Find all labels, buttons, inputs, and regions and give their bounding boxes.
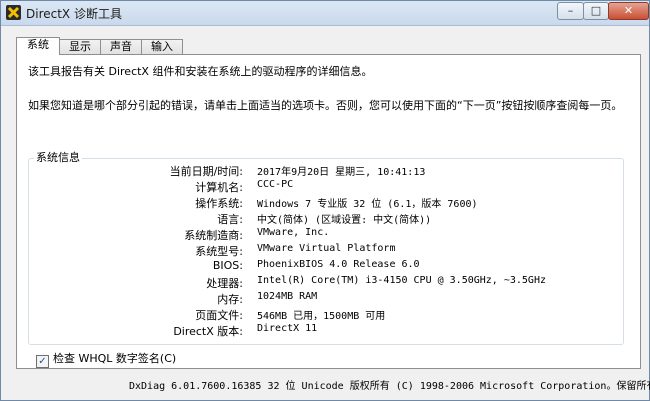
info-value: PhoenixBIOS 4.0 Release 6.0 — [257, 259, 420, 270]
tab-input[interactable]: 输入 — [141, 39, 183, 55]
whql-checkbox-control[interactable]: ✓ 检查 WHQL 数字签名(C) — [36, 350, 176, 368]
title-bar[interactable]: DirectX 诊断工具 – □ ✕ — [1, 1, 649, 26]
info-label: 语言: — [217, 213, 243, 226]
info-row-model: 系统型号: VMware Virtual Platform — [1, 243, 641, 259]
info-value: Intel(R) Core(TM) i3-4150 CPU @ 3.50GHz,… — [257, 275, 546, 286]
whql-checkbox-label: 检查 WHQL 数字签名(C) — [53, 352, 177, 365]
info-label: BIOS: — [212, 259, 243, 272]
info-row-computer-name: 计算机名: CCC-PC — [1, 179, 641, 195]
info-row-manufacturer: 系统制造商: VMware, Inc. — [1, 227, 641, 243]
dxdiag-window: DirectX 诊断工具 – □ ✕ 系统 显示 声音 输入 该工具报告有关 D… — [0, 0, 650, 401]
info-value: 546MB 已用，1500MB 可用 — [257, 311, 386, 322]
info-label: 页面文件: — [195, 309, 243, 322]
info-value: 中文(简体) (区域设置: 中文(简体)) — [257, 215, 432, 226]
tab-sound[interactable]: 声音 — [100, 39, 142, 55]
intro-line-1: 该工具报告有关 DirectX 组件和安装在系统上的驱动程序的详细信息。 — [28, 65, 373, 78]
directx-x-icon — [6, 5, 21, 20]
info-label: 操作系统: — [195, 197, 243, 210]
info-row-language: 语言: 中文(简体) (区域设置: 中文(简体)) — [1, 211, 641, 227]
info-value: CCC-PC — [257, 179, 294, 190]
info-label: 内存: — [217, 293, 243, 306]
intro-line-2: 如果您知道是哪个部分引起的错误，请单击上面适当的选项卡。否则，您可以使用下面的“… — [28, 99, 623, 112]
info-label: 计算机名: — [195, 181, 243, 194]
close-button[interactable]: ✕ — [608, 2, 649, 20]
minimize-button[interactable]: – — [557, 2, 584, 20]
tab-system[interactable]: 系统 — [16, 37, 60, 55]
info-value: DirectX 11 — [257, 323, 318, 334]
info-row-directx-version: DirectX 版本: DirectX 11 — [1, 323, 641, 339]
info-row-bios: BIOS: PhoenixBIOS 4.0 Release 6.0 — [1, 259, 641, 275]
info-row-processor: 处理器: Intel(R) Core(TM) i3-4150 CPU @ 3.5… — [1, 275, 641, 291]
copyright-footer: DxDiag 6.01.7600.16385 32 位 Unicode 版权所有… — [129, 381, 650, 392]
info-row-memory: 内存: 1024MB RAM — [1, 291, 641, 307]
info-label: 系统制造商: — [184, 229, 243, 242]
info-value: 2017年9月20日 星期三, 10:41:13 — [257, 167, 426, 178]
info-label: 系统型号: — [195, 245, 243, 258]
info-value: Windows 7 专业版 32 位 (6.1，版本 7600) — [257, 199, 478, 210]
window-title: DirectX 诊断工具 — [26, 7, 122, 21]
info-value: VMware Virtual Platform — [257, 243, 396, 254]
info-label: 处理器: — [206, 277, 243, 290]
info-value: VMware, Inc. — [257, 227, 330, 238]
whql-checkbox[interactable]: ✓ — [36, 355, 49, 368]
info-label: DirectX 版本: — [173, 325, 243, 338]
info-label: 当前日期/时间: — [169, 165, 243, 178]
maximize-button[interactable]: □ — [583, 2, 609, 20]
tab-display[interactable]: 显示 — [59, 39, 101, 55]
info-value: 1024MB RAM — [257, 291, 318, 302]
info-row-os: 操作系统: Windows 7 专业版 32 位 (6.1，版本 7600) — [1, 195, 641, 211]
info-row-page-file: 页面文件: 546MB 已用，1500MB 可用 — [1, 307, 641, 323]
info-row-datetime: 当前日期/时间: 2017年9月20日 星期三, 10:41:13 — [1, 163, 641, 179]
